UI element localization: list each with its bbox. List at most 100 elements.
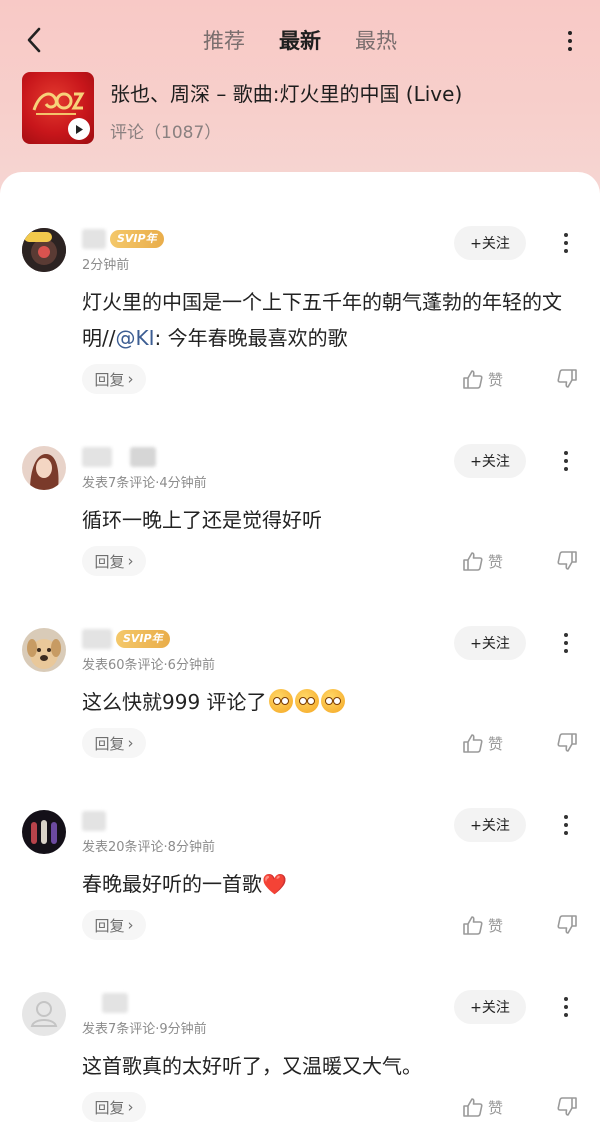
username-redacted	[82, 811, 106, 831]
tab-hottest[interactable]: 最热	[355, 24, 397, 58]
comment-item: SVIP年 发表60条评论·6分钟前 +关注 这么快就999 评论了 回复 › 赞	[0, 626, 600, 808]
album-cover[interactable]	[22, 72, 94, 144]
username-redacted	[82, 447, 112, 467]
like-label: 赞	[488, 734, 504, 753]
avatar[interactable]	[22, 992, 66, 1036]
comment-more-button[interactable]	[556, 226, 576, 260]
follow-button[interactable]: +关注	[454, 990, 526, 1024]
comment-item: 发表7条评论·9分钟前 +关注 这首歌真的太好听了，又温暖又大气。 回复 › 赞	[0, 990, 600, 1144]
avatar-icon	[22, 446, 66, 490]
comment-meta: 2分钟前	[82, 258, 130, 273]
like-label: 赞	[488, 552, 504, 571]
dislike-button[interactable]	[554, 546, 580, 576]
comment-more-button[interactable]	[556, 626, 576, 660]
chevron-right-icon: ›	[127, 916, 134, 934]
chevron-right-icon: ›	[127, 734, 134, 752]
comment-item: 发表20条评论·8分钟前 +关注 春晚最好听的一首歌❤️ 回复 › 赞	[0, 808, 600, 990]
username[interactable]	[82, 810, 106, 832]
comment-text: 循环一晚上了还是觉得好听	[82, 508, 322, 532]
comment-text-part: : 今年春晚最喜欢的歌	[154, 326, 348, 350]
username[interactable]: SVIP年	[82, 228, 164, 250]
thumbs-up-icon	[463, 1098, 483, 1117]
avatar-icon	[22, 810, 66, 854]
play-icon[interactable]	[68, 118, 90, 140]
comment-text: 春晚最好听的一首歌❤️	[82, 872, 287, 896]
avatar-icon	[22, 628, 66, 672]
shocked-emoji-icon	[294, 689, 319, 713]
avatar[interactable]	[22, 628, 66, 672]
follow-button[interactable]: +关注	[454, 444, 526, 478]
reply-button[interactable]: 回复 ›	[82, 728, 146, 758]
comment-text: 这么快就999 评论了	[82, 684, 576, 720]
reply-label: 回复	[94, 552, 125, 571]
comment-label: 评论	[110, 123, 144, 143]
comment-meta: 发表7条评论·4分钟前	[82, 476, 207, 491]
reply-button[interactable]: 回复 ›	[82, 364, 146, 394]
follow-button[interactable]: +关注	[454, 226, 526, 260]
like-label: 赞	[488, 916, 504, 935]
username[interactable]: SVIP年	[82, 628, 170, 650]
comment-count-value: （1087）	[144, 123, 222, 143]
like-button[interactable]: 赞	[462, 364, 512, 394]
username-redacted	[82, 229, 106, 249]
like-button[interactable]: 赞	[462, 546, 512, 576]
dislike-button[interactable]	[554, 364, 580, 394]
dislike-button[interactable]	[554, 728, 580, 758]
top-bar: 推荐 最新 最热	[0, 0, 600, 80]
follow-button[interactable]: +关注	[454, 808, 526, 842]
comment-more-button[interactable]	[556, 808, 576, 842]
chevron-right-icon: ›	[127, 370, 134, 388]
thumbs-up-icon	[463, 916, 483, 935]
thumbs-up-icon	[463, 734, 483, 753]
username[interactable]	[82, 446, 156, 468]
comment-more-button[interactable]	[556, 990, 576, 1024]
sort-tabs: 推荐 最新 最热	[0, 24, 600, 58]
comment-item: SVIP年 2分钟前 +关注 灯火里的中国是一个上下五千年的朝气蓬勃的年轻的文明…	[0, 226, 600, 408]
like-button[interactable]: 赞	[462, 910, 512, 940]
dislike-button[interactable]	[554, 910, 580, 940]
song-title: 张也、周深 – 歌曲:灯火里的中国 (Live)	[110, 82, 463, 106]
like-button[interactable]: 赞	[462, 728, 512, 758]
comment-meta: 发表60条评论·6分钟前	[82, 658, 215, 673]
thumbs-up-icon	[463, 370, 483, 389]
avatar[interactable]	[22, 810, 66, 854]
tab-latest[interactable]: 最新	[279, 24, 321, 58]
reply-button[interactable]: 回复 ›	[82, 910, 146, 940]
tab-recommended[interactable]: 推荐	[203, 24, 245, 58]
username[interactable]	[82, 992, 128, 1014]
thumbs-up-icon	[463, 552, 483, 571]
like-label: 赞	[488, 370, 504, 389]
comment-more-button[interactable]	[556, 444, 576, 478]
dislike-button[interactable]	[554, 1092, 580, 1122]
username-redacted	[102, 993, 128, 1013]
avatar[interactable]	[22, 446, 66, 490]
reply-label: 回复	[94, 370, 125, 389]
like-button[interactable]: 赞	[462, 1092, 512, 1122]
thumbs-down-icon	[557, 551, 577, 570]
avatar-icon	[22, 228, 66, 272]
thumbs-down-icon	[557, 1097, 577, 1116]
reply-label: 回复	[94, 734, 125, 753]
chevron-right-icon: ›	[127, 552, 134, 570]
more-options-button[interactable]	[558, 24, 582, 58]
svip-badge: SVIP年	[110, 230, 164, 248]
follow-button[interactable]: +关注	[454, 626, 526, 660]
reply-label: 回复	[94, 1098, 125, 1117]
reply-label: 回复	[94, 916, 125, 935]
reply-button[interactable]: 回复 ›	[82, 1092, 146, 1122]
username-redacted	[130, 447, 156, 467]
reply-button[interactable]: 回复 ›	[82, 546, 146, 576]
song-info: 张也、周深 – 歌曲:灯火里的中国 (Live) 评论（1087）	[22, 72, 582, 146]
comment-list[interactable]: SVIP年 2分钟前 +关注 灯火里的中国是一个上下五千年的朝气蓬勃的年轻的文明…	[0, 172, 600, 1144]
album-logo-icon	[32, 92, 85, 115]
thumbs-down-icon	[557, 915, 577, 934]
username-redacted	[82, 629, 112, 649]
comment-count: 评论（1087）	[110, 118, 221, 143]
comment-meta: 发表20条评论·8分钟前	[82, 840, 215, 855]
comment-text-part: 这么快就999 评论了	[82, 690, 267, 714]
mention-link[interactable]: @KI	[115, 326, 154, 350]
avatar[interactable]	[22, 228, 66, 272]
comment-item: 发表7条评论·4分钟前 +关注 循环一晚上了还是觉得好听 回复 › 赞	[0, 444, 600, 626]
shocked-emoji-icon	[320, 689, 345, 713]
comment-text: 这首歌真的太好听了，又温暖又大气。	[82, 1054, 422, 1078]
